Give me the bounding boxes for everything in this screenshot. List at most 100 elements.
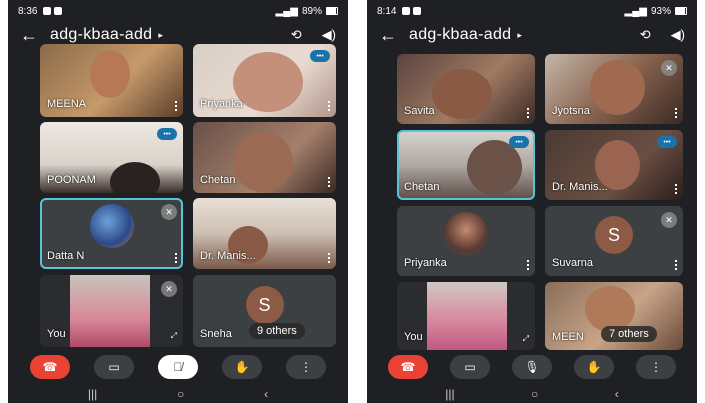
android-nav-bar: ||| ○ ‹ <box>367 385 697 403</box>
meeting-header: ← adg-kbaa-add ▸ ⟲ ◀) <box>367 22 697 48</box>
call-controls: ☎ ▭ 🎙 ✋ ⋮ <box>367 353 697 381</box>
avatar <box>89 204 134 249</box>
back-arrow-icon[interactable]: ← <box>379 25 409 46</box>
video-feed <box>427 282 507 350</box>
phone-screen-right: 8:14 ▂▄▆ 93% ← adg-kbaa-add ▸ ⟲ ◀) Savit… <box>367 0 697 403</box>
participant-name: Dr. Manis... <box>200 250 256 262</box>
meeting-title[interactable]: adg-kbaa-add <box>409 26 511 44</box>
participant-tile[interactable]: ✕ Jyotsna <box>545 54 683 124</box>
mic-button[interactable]: 🎙̸ <box>158 355 198 379</box>
participant-tile[interactable]: Priyanka <box>397 206 535 276</box>
others-count-badge[interactable]: 9 others <box>249 323 305 339</box>
tile-menu-icon[interactable] <box>675 108 677 118</box>
battery-percent: 89% <box>301 5 322 17</box>
participant-name: MEENA <box>47 98 87 110</box>
speaker-icon[interactable]: ◀) <box>671 27 685 43</box>
self-view-tile[interactable]: You ⤢ <box>397 282 535 350</box>
back-arrow-icon[interactable]: ← <box>20 25 50 46</box>
video-feed <box>70 275 150 347</box>
android-nav-bar: ||| ○ ‹ <box>8 385 348 403</box>
participant-tile[interactable]: Dr. Manis... <box>193 198 336 269</box>
video-feed <box>90 50 130 98</box>
caret-right-icon[interactable]: ▸ <box>158 30 163 41</box>
participant-name: Chetan <box>200 174 236 186</box>
nav-back-icon[interactable]: ‹ <box>615 387 619 401</box>
participant-name: MEEN <box>552 331 584 343</box>
switch-camera-icon[interactable]: ⟲ <box>640 27 651 43</box>
participant-tile[interactable]: ••• POONAM <box>40 122 183 193</box>
end-call-button[interactable]: ☎ <box>388 355 428 379</box>
participant-tile[interactable]: MEENA <box>40 44 183 117</box>
avatar: S <box>245 286 284 325</box>
participant-name: Chetan <box>404 181 440 193</box>
participant-name: You <box>47 328 66 340</box>
participant-name: Priyanka <box>200 98 243 110</box>
participant-name: Jyotsna <box>552 105 590 117</box>
participant-tile[interactable]: MEEN 7 others <box>545 282 683 350</box>
avatar: S <box>595 216 633 255</box>
participant-tile[interactable]: ✕ Datta N <box>40 198 183 269</box>
tile-menu-icon[interactable] <box>527 108 529 118</box>
phone-screen-left: 8:36 ▂▄▆ 89% ← adg-kbaa-add ▸ ⟲ ◀) MEENA… <box>8 0 348 403</box>
participant-tile[interactable]: S ✕ Suvarna <box>545 206 683 276</box>
participant-name: Dr. Manis... <box>552 181 608 193</box>
participant-tile[interactable]: ••• Chetan <box>397 130 535 200</box>
participant-tile[interactable]: Chetan <box>193 122 336 193</box>
status-bar: 8:36 ▂▄▆ 89% <box>8 0 348 22</box>
meeting-title[interactable]: adg-kbaa-add <box>50 26 152 44</box>
video-feed <box>590 60 645 115</box>
nav-back-icon[interactable]: ‹ <box>264 387 268 401</box>
camera-button[interactable]: ▭ <box>450 355 490 379</box>
tile-menu-icon[interactable] <box>175 253 177 263</box>
speaking-indicator-icon: ••• <box>657 136 677 148</box>
home-icon[interactable]: ○ <box>177 387 184 401</box>
participant-name: Priyanka <box>404 257 447 269</box>
avatar <box>444 212 488 256</box>
tile-menu-icon[interactable] <box>527 260 529 270</box>
more-options-button[interactable]: ⋮ <box>636 355 676 379</box>
participant-name: Suvarna <box>552 257 593 269</box>
raise-hand-button[interactable]: ✋ <box>222 355 262 379</box>
caret-right-icon[interactable]: ▸ <box>517 30 522 41</box>
battery-percent: 93% <box>650 5 671 17</box>
mic-off-icon: ✕ <box>661 60 677 76</box>
home-icon[interactable]: ○ <box>531 387 538 401</box>
speaker-icon[interactable]: ◀) <box>322 27 336 43</box>
tile-menu-icon[interactable] <box>328 177 330 187</box>
self-view-tile[interactable]: ✕ You ⤢ <box>40 275 183 347</box>
raise-hand-button[interactable]: ✋ <box>574 355 614 379</box>
tile-menu-icon[interactable] <box>328 101 330 111</box>
others-count-badge[interactable]: 7 others <box>601 326 657 342</box>
tile-menu-icon[interactable] <box>675 260 677 270</box>
participant-tile[interactable]: ••• Dr. Manis... <box>545 130 683 200</box>
participant-tile[interactable]: S Sneha 9 others <box>193 275 336 347</box>
signal-icon: ▂▄▆ <box>624 5 647 17</box>
battery-icon <box>326 7 338 15</box>
mic-off-icon: ✕ <box>661 212 677 228</box>
call-controls: ☎ ▭ 🎙̸ ✋ ⋮ <box>8 353 348 381</box>
participant-name: Datta N <box>47 250 85 262</box>
video-feed <box>467 140 522 195</box>
switch-camera-icon[interactable]: ⟲ <box>291 27 302 43</box>
end-call-button[interactable]: ☎ <box>30 355 70 379</box>
speaking-indicator-icon: ••• <box>157 128 177 140</box>
participant-name: You <box>404 331 423 343</box>
video-feed <box>432 69 492 119</box>
participant-name: Sneha <box>200 328 232 340</box>
recents-icon[interactable]: ||| <box>445 387 454 401</box>
expand-icon[interactable]: ⤢ <box>171 331 177 341</box>
participant-tile[interactable]: Savita <box>397 54 535 124</box>
tile-menu-icon[interactable] <box>675 184 677 194</box>
battery-icon <box>675 7 687 15</box>
more-options-button[interactable]: ⋮ <box>286 355 326 379</box>
camera-button[interactable]: ▭ <box>94 355 134 379</box>
video-feed <box>233 52 303 112</box>
participant-tile[interactable]: ••• Priyanka <box>193 44 336 117</box>
mic-button[interactable]: 🎙 <box>512 355 552 379</box>
expand-icon[interactable]: ⤢ <box>523 334 529 344</box>
status-time: 8:14 <box>377 5 397 17</box>
status-time: 8:36 <box>18 5 38 17</box>
tile-menu-icon[interactable] <box>328 253 330 263</box>
recents-icon[interactable]: ||| <box>88 387 97 401</box>
tile-menu-icon[interactable] <box>175 101 177 111</box>
